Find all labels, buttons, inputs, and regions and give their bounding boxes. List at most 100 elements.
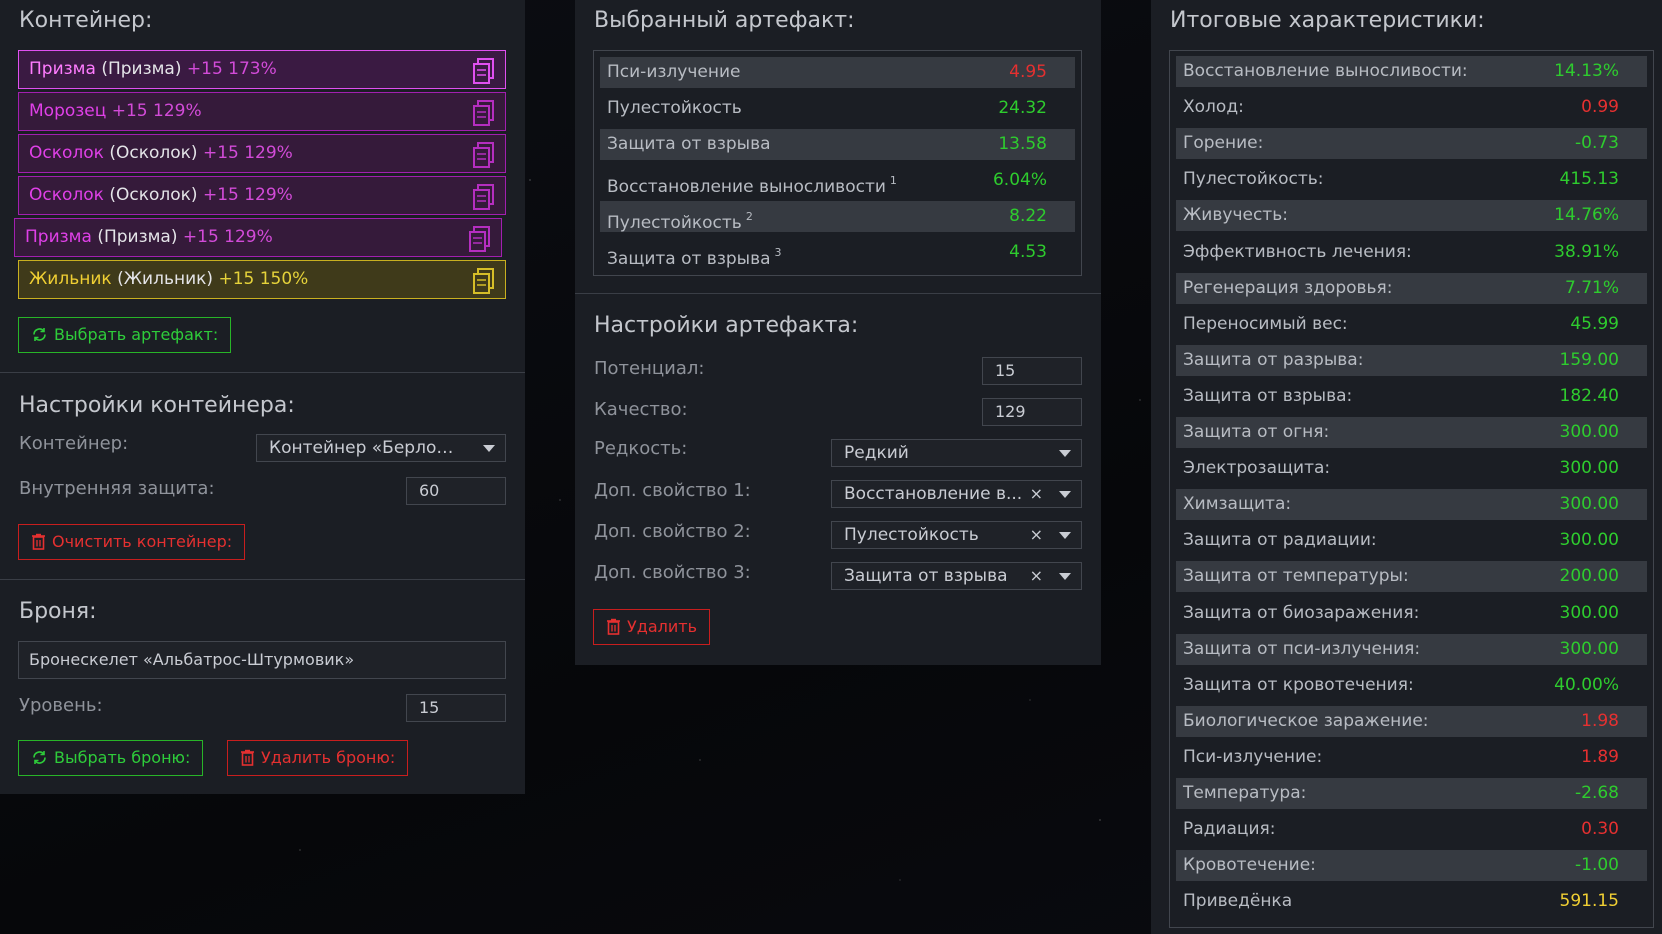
total-stat-value: 300.00 [1559, 638, 1619, 659]
copy-icon[interactable] [473, 184, 495, 210]
artifact-slot[interactable]: Осколок (Осколок) +15 129% [18, 176, 506, 215]
prop3-select[interactable]: Защита от взрыва × [831, 562, 1082, 590]
stat-label: Пулестойкость [607, 213, 742, 233]
total-stat-label: Температура: [1183, 783, 1307, 803]
totals-stats-box: Восстановление выносливости: 14.13% Холод:… [1169, 50, 1654, 928]
container-settings-title: Настройки контейнера: [19, 393, 295, 418]
prop2-label: Доп. свойство 2: [594, 521, 751, 542]
total-stat-value: 300.00 [1559, 530, 1619, 551]
artifact-slot[interactable]: Морозец +15 129% [18, 92, 506, 131]
potential-input[interactable]: 15 [982, 357, 1082, 385]
total-stat-label: Восстановление выносливости: [1183, 61, 1468, 81]
stat-value: 24.32 [998, 98, 1047, 118]
artifact-slot[interactable]: Призма (Призма) +15 173% [18, 50, 506, 89]
level-input[interactable]: 15 [406, 694, 506, 722]
total-stat-row: Защита от радиации: 300.00 [1176, 525, 1647, 556]
copy-icon[interactable] [473, 100, 495, 126]
total-stat-label: Защита от биозаражения: [1183, 602, 1420, 623]
total-stat-label: Переносимый вес: [1183, 313, 1348, 334]
quality-label: Качество: [594, 399, 688, 420]
stat-label: Восстановление выносливости [607, 177, 886, 197]
delete-artifact-label: Удалить [627, 617, 697, 636]
total-stat-value: 415.13 [1559, 169, 1619, 190]
total-stat-value: 1.89 [1581, 746, 1619, 767]
prop3-select-value: Защита от взрыва [844, 566, 1008, 586]
artifact-subname: (Призма) [97, 227, 178, 247]
total-stat-label: Пулестойкость: [1183, 169, 1324, 190]
quality-input[interactable]: 129 [982, 398, 1082, 426]
copy-icon[interactable] [469, 226, 491, 252]
section-divider [0, 579, 525, 580]
total-stat-value: 159.00 [1559, 349, 1619, 370]
total-stat-value: 591.15 [1559, 891, 1619, 912]
choose-artifact-button[interactable]: Выбрать артефакт: [18, 317, 232, 353]
artifact-slot[interactable]: Осколок (Осколок) +15 129% [18, 134, 506, 173]
close-icon[interactable]: × [1030, 563, 1043, 589]
copy-icon[interactable] [473, 58, 495, 84]
section-divider [0, 372, 525, 373]
container-select-value: Контейнер «Берлога... [269, 438, 454, 458]
stat-row: Защита от взрыва 13.58 [600, 129, 1075, 160]
artifact-slot[interactable]: Призма (Призма) +15 129% [14, 218, 502, 257]
inner-protection-input[interactable]: 60 [406, 477, 506, 505]
total-stat-value: 45.99 [1570, 313, 1619, 334]
total-stat-label: Защита от радиации: [1183, 530, 1377, 551]
total-stat-value: 300.00 [1559, 602, 1619, 623]
total-stat-label: Химзащита: [1183, 494, 1292, 515]
delete-artifact-button[interactable]: Удалить [593, 609, 710, 645]
clear-container-button[interactable]: Очистить контейнер: [18, 524, 246, 560]
chevron-down-icon [1059, 532, 1071, 539]
total-stat-value: 0.30 [1581, 819, 1619, 840]
prop2-select-value: Пулестойкость [844, 525, 979, 545]
stat-value: 8.22 [1009, 206, 1047, 226]
artifact-slot[interactable]: Жильник (Жильник) +15 150% [18, 260, 506, 299]
artifact-level: +15 150% [218, 269, 309, 289]
stat-value: 4.53 [1009, 242, 1047, 262]
refresh-icon [33, 751, 46, 764]
total-stat-value: 300.00 [1559, 458, 1619, 479]
total-stat-row: Защита от кровотечения: 40.00% [1176, 670, 1647, 701]
total-stat-label: Электрозащита: [1183, 458, 1331, 479]
stat-row: Восстановление выносливости 1 6.04% [600, 165, 1075, 197]
total-stat-value: 7.71% [1564, 277, 1619, 298]
close-icon[interactable]: × [1030, 481, 1043, 507]
prop1-select[interactable]: Восстановление в... × [831, 480, 1082, 508]
total-stat-value: 300.00 [1559, 422, 1619, 442]
total-stat-value: 14.13% [1554, 61, 1619, 81]
total-stat-row: Защита от температуры: 200.00 [1176, 561, 1647, 593]
artifact-name: Осколок [29, 185, 104, 205]
rarity-select[interactable]: Редкий [831, 439, 1082, 467]
prop1-label: Доп. свойство 1: [594, 480, 751, 501]
copy-icon[interactable] [473, 142, 495, 168]
total-stat-row: Живучесть: 14.76% [1176, 200, 1647, 232]
stat-value: 4.95 [1009, 62, 1047, 82]
total-stat-row: Переносимый вес: 45.99 [1176, 309, 1647, 340]
container-select[interactable]: Контейнер «Берлога... [256, 434, 506, 462]
close-icon[interactable]: × [1030, 522, 1043, 548]
total-stat-label: Пси-излучение: [1183, 746, 1323, 767]
stat-row: Пулестойкость 2 8.22 [600, 201, 1075, 233]
selected-artifact-title: Выбранный артефакт: [594, 8, 855, 33]
delete-armor-button[interactable]: Удалить броню: [227, 740, 409, 776]
total-stat-label: Кровотечение: [1183, 855, 1316, 876]
clear-container-label: Очистить контейнер: [52, 532, 233, 551]
container-title: Контейнер: [19, 8, 153, 33]
total-stat-row: Биологическое заражение: 1.98 [1176, 705, 1647, 737]
prop1-select-value: Восстановление в... [844, 484, 1023, 504]
total-stat-value: 300.00 [1559, 494, 1619, 515]
total-stat-label: Защита от температуры: [1183, 566, 1409, 587]
stat-label: Защита от взрыва [607, 249, 771, 269]
total-stat-label: Защита от огня: [1183, 422, 1330, 442]
total-stat-value: 200.00 [1559, 566, 1619, 587]
total-stat-row: Холод: 0.99 [1176, 92, 1647, 123]
armor-title: Броня: [19, 599, 97, 624]
total-stat-label: Эффективность лечения: [1183, 241, 1412, 262]
choose-armor-button[interactable]: Выбрать броню: [18, 740, 204, 776]
armor-field[interactable]: Бронескелет «Альбатрос-Штурмовик» [18, 641, 506, 679]
choose-artifact-label: Выбрать артефакт: [54, 325, 219, 344]
prop2-select[interactable]: Пулестойкость × [831, 521, 1082, 549]
artifact-level: +15 129% [182, 227, 273, 247]
total-stat-label: Холод: [1183, 97, 1244, 118]
copy-icon[interactable] [473, 268, 495, 294]
total-stat-value: 0.99 [1581, 97, 1619, 118]
